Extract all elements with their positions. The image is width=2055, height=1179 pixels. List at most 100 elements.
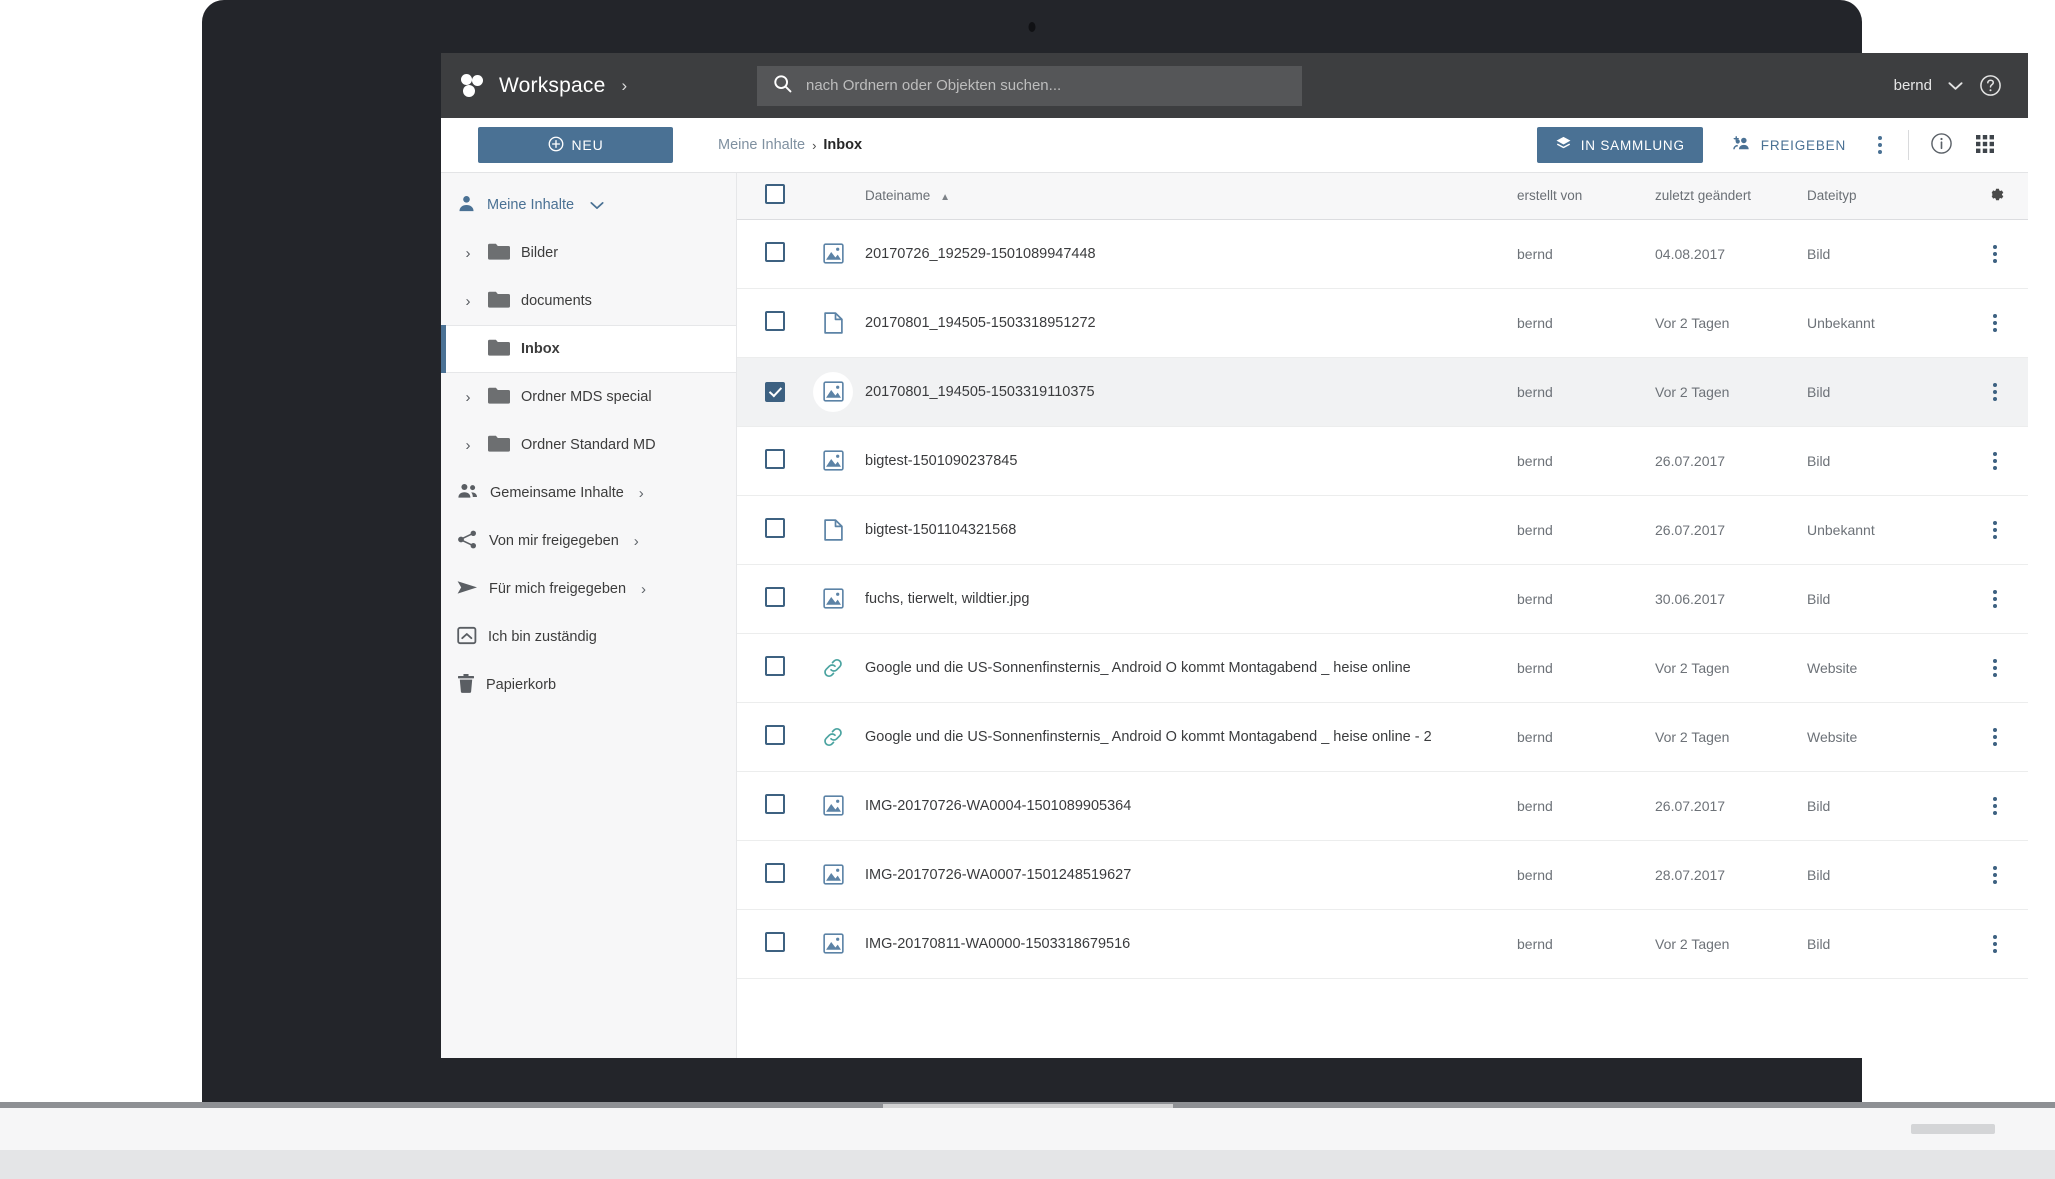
sidebar-item-fuer-mich-freigegeben[interactable]: Für mich freigegeben › [441,565,736,613]
header-settings-cell [1962,173,2028,219]
row-kebab-menu-icon[interactable] [1962,728,2028,746]
row-checkbox[interactable] [765,932,785,952]
sidebar-item-meine-inhalte[interactable]: Meine Inhalte [441,181,736,229]
breadcrumb-root-link[interactable]: Meine Inhalte [718,137,805,153]
sidebar-item-papierkorb[interactable]: Papierkorb [441,661,736,709]
row-filename-cell[interactable]: bigtest-1501104321568 [857,495,1517,564]
chevron-down-icon[interactable] [590,201,604,210]
table-row[interactable]: fuchs, tierwelt, wildtier.jpgbernd30.06.… [737,564,2028,633]
overflow-menu-button[interactable] [1862,136,1898,154]
table-row[interactable]: Google und die US-Sonnenfinsternis_ Andr… [737,633,2028,702]
table-row[interactable]: IMG-20170811-WA0000-1503318679516berndVo… [737,909,2028,978]
chevron-right-icon[interactable]: › [459,293,477,310]
sidebar-folder-bilder[interactable]: › Bilder [441,229,736,277]
row-modified-cell: Vor 2 Tagen [1655,702,1807,771]
row-filename-cell[interactable]: 20170726_192529-1501089947448 [857,219,1517,288]
table-row[interactable]: IMG-20170726-WA0004-1501089905364bernd26… [737,771,2028,840]
row-checkbox[interactable] [765,656,785,676]
info-button[interactable] [1919,132,1964,158]
search-bar[interactable] [757,66,1302,106]
header-created-by-cell[interactable]: erstellt von [1517,173,1655,219]
row-checkbox[interactable] [765,242,785,262]
sidebar-folder-ordner-mds-special[interactable]: › Ordner MDS special [441,373,736,421]
chevron-right-icon[interactable]: › [459,437,477,454]
table-row[interactable]: 20170801_194505-1503318951272berndVor 2 … [737,288,2028,357]
row-kebab-menu-icon[interactable] [1962,659,2028,677]
table-row[interactable]: IMG-20170726-WA0007-1501248519627bernd28… [737,840,2028,909]
row-checkbox[interactable] [765,449,785,469]
table-row[interactable]: 20170726_192529-1501089947448bernd04.08.… [737,219,2028,288]
row-filename-label: IMG-20170811-WA0000-1503318679516 [865,936,1130,952]
row-filename-cell[interactable]: IMG-20170811-WA0000-1503318679516 [857,909,1517,978]
new-button[interactable]: NEU [478,127,673,163]
row-kebab-menu-icon[interactable] [1962,866,2028,884]
row-checkbox[interactable] [765,311,785,331]
row-filename-cell[interactable]: 20170801_194505-1503319110375 [857,357,1517,426]
sidebar-folder-inbox[interactable]: › Inbox [441,325,736,373]
row-filetype-cell: Bild [1807,357,1962,426]
table-row[interactable]: Google und die US-Sonnenfinsternis_ Andr… [737,702,2028,771]
row-filename-cell[interactable]: Google und die US-Sonnenfinsternis_ Andr… [857,702,1517,771]
row-menu-cell [1962,633,2028,702]
row-filename-cell[interactable]: fuchs, tierwelt, wildtier.jpg [857,564,1517,633]
brand-area[interactable]: Workspace › [461,74,751,98]
row-kebab-menu-icon[interactable] [1962,935,2028,953]
row-filename-cell[interactable]: bigtest-1501090237845 [857,426,1517,495]
header-filename-cell[interactable]: Dateiname ▲ [857,173,1517,219]
sidebar-item-gemeinsame-inhalte[interactable]: Gemeinsame Inhalte › [441,469,736,517]
row-filetype-icon-cell [809,840,857,909]
sidebar-folder-documents[interactable]: › documents [441,277,736,325]
row-filename-cell[interactable]: IMG-20170726-WA0004-1501089905364 [857,771,1517,840]
top-header-bar: Workspace › bernd [441,53,2028,118]
row-kebab-menu-icon[interactable] [1962,452,2028,470]
chevron-right-icon[interactable]: › [639,485,644,502]
share-button[interactable]: FREIGEBEN [1717,127,1862,163]
chevron-down-icon[interactable] [1948,78,1963,94]
gear-icon[interactable] [1986,185,2005,204]
row-checkbox[interactable] [765,863,785,883]
row-kebab-menu-icon[interactable] [1962,383,2028,401]
table-row[interactable]: bigtest-1501090237845bernd26.07.2017Bild [737,426,2028,495]
row-select-cell [737,219,809,288]
row-kebab-menu-icon[interactable] [1962,797,2028,815]
table-row[interactable]: bigtest-1501104321568bernd26.07.2017Unbe… [737,495,2028,564]
sidebar: Meine Inhalte › [441,173,737,1058]
user-name-label[interactable]: bernd [1894,77,1932,94]
row-kebab-menu-icon[interactable] [1962,314,2028,332]
chevron-right-icon[interactable]: › [621,76,627,96]
row-select-cell [737,564,809,633]
sidebar-section-label: Von mir freigegeben [489,533,619,549]
row-kebab-menu-icon[interactable] [1962,245,2028,263]
row-checkbox[interactable] [765,518,785,538]
row-filename-label: bigtest-1501090237845 [865,453,1017,469]
chevron-right-icon[interactable]: › [641,581,646,598]
grid-view-button[interactable] [1964,134,2006,157]
row-checkbox[interactable] [765,794,785,814]
select-all-checkbox[interactable] [765,184,785,204]
sidebar-folder-ordner-standard-md[interactable]: › Ordner Standard MD [441,421,736,469]
header-filetype-cell[interactable]: Dateityp [1807,173,1962,219]
row-filename-cell[interactable]: Google und die US-Sonnenfinsternis_ Andr… [857,633,1517,702]
chevron-right-icon[interactable]: › [459,389,477,406]
row-kebab-menu-icon[interactable] [1962,590,2028,608]
row-checkbox[interactable] [765,587,785,607]
chevron-right-icon[interactable]: › [459,245,477,262]
header-modified-cell[interactable]: zuletzt geändert [1655,173,1807,219]
row-filename-cell[interactable]: 20170801_194505-1503318951272 [857,288,1517,357]
sidebar-item-von-mir-freigegeben[interactable]: Von mir freigegeben › [441,517,736,565]
row-checkbox[interactable] [765,382,785,402]
chevron-right-icon[interactable]: › [634,533,639,550]
row-checkbox[interactable] [765,725,785,745]
laptop-deck [0,1108,2055,1150]
header-filename-label: Dateiname [865,188,930,203]
row-filetype-cell: Bild [1807,426,1962,495]
search-input[interactable] [806,77,1286,94]
help-circle-icon[interactable] [1979,74,2002,97]
sidebar-section-label: Für mich freigegeben [489,581,626,597]
image-file-icon-wrapper [809,933,857,954]
row-filename-cell[interactable]: IMG-20170726-WA0007-1501248519627 [857,840,1517,909]
row-kebab-menu-icon[interactable] [1962,521,2028,539]
sidebar-item-ich-bin-zustaendig[interactable]: Ich bin zuständig [441,613,736,661]
table-row[interactable]: 20170801_194505-1503319110375berndVor 2 … [737,357,2028,426]
in-collection-button[interactable]: IN SAMMLUNG [1537,127,1703,163]
